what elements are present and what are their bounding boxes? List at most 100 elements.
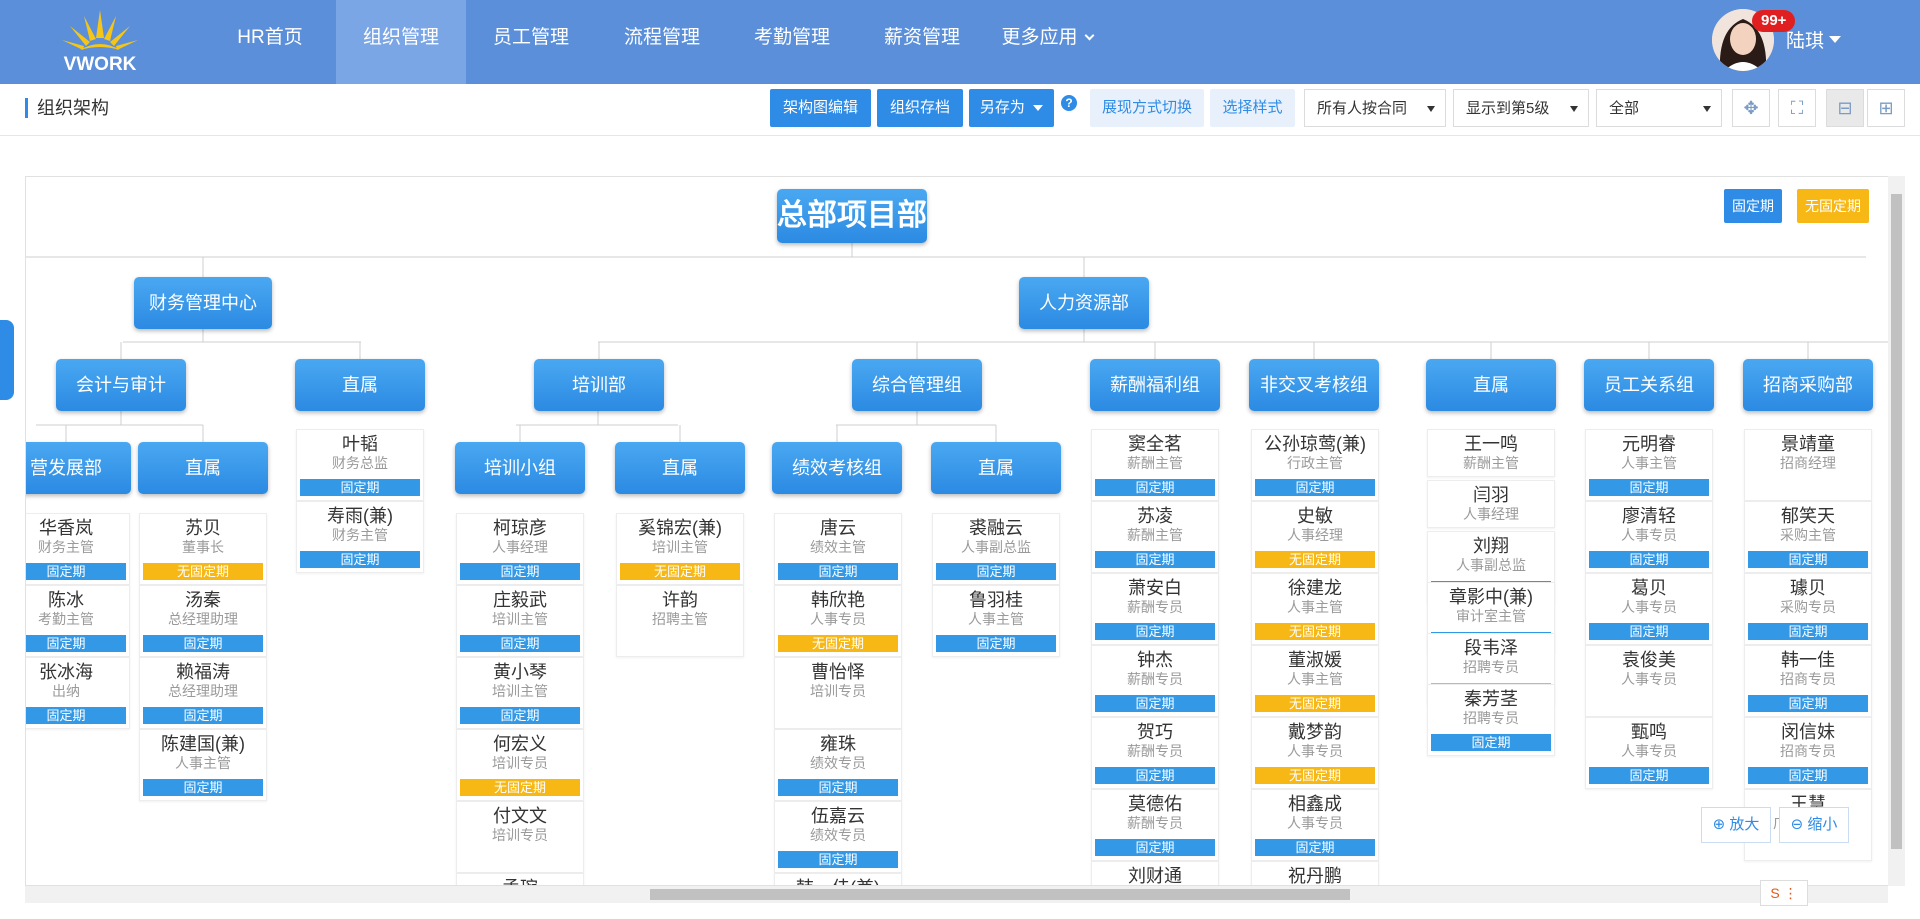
nav-item-5[interactable]: 薪资管理 [857,0,987,84]
person-card[interactable]: 钟杰 薪酬专员 固定期 [1091,645,1219,717]
person-card[interactable]: 付文文 培训专员 [456,801,584,873]
person-card[interactable]: 何宏义 培训专员 无固定期 [456,729,584,801]
help-icon[interactable]: ? [1061,95,1077,111]
fullscreen-icon[interactable]: ⛶ [1778,89,1816,127]
zoom-in-button[interactable]: ⊕ 放大 [1701,807,1771,843]
person-card[interactable]: 鲁羽桂 人事主管 固定期 [932,585,1060,657]
person-card[interactable]: 王一鸣 薪酬主管 [1427,429,1555,477]
switch-view-button[interactable]: 展现方式切换 [1090,89,1204,127]
person-card[interactable]: 景靖童 招商经理 [1744,429,1872,501]
vwork-logo[interactable]: VWORK [50,8,150,76]
person-card[interactable]: 闫羽 人事经理 [1427,480,1555,528]
user-menu-caret-icon[interactable] [1829,36,1841,43]
org-archive-button[interactable]: 组织存档 [877,89,963,127]
org-node-l2-3[interactable]: 综合管理组 [852,359,982,411]
level-filter-select[interactable]: 显示到第5级 [1453,89,1589,127]
scope-filter-select[interactable]: 全部 [1596,89,1722,127]
org-node-l3-5[interactable]: 直属 [931,442,1061,494]
person-card[interactable]: 庄毅武 培训主管 固定期 [456,585,584,657]
save-as-button[interactable]: 另存为 [969,89,1054,127]
nav-item-0[interactable]: HR首页 [210,0,330,84]
person-card[interactable]: 寿雨(兼) 财务主管 固定期 [296,501,424,573]
person-card[interactable]: 璩贝 采购专员 固定期 [1744,573,1872,645]
nav-item-1[interactable]: 组织管理 [336,0,466,84]
person-card[interactable]: 秦芳茎 招聘专员 固定期 [1427,684,1555,756]
person-card[interactable]: 裘融云 人事副总监 固定期 [932,513,1060,585]
org-node-l2-6[interactable]: 直属 [1426,359,1556,411]
org-node-l1-0[interactable]: 财务管理中心 [134,277,272,329]
person-card[interactable]: 张冰海 出纳 固定期 [26,657,130,729]
person-card[interactable]: 叶韬 财务总监 固定期 [296,429,424,501]
person-card[interactable]: 郁笑天 采购主管 固定期 [1744,501,1872,573]
nav-item-6[interactable]: 更多应用 [987,0,1107,84]
person-card[interactable]: 祝丹鹏 [1251,861,1379,885]
person-card[interactable]: 奚锦宏(兼) 培训主管 无固定期 [616,513,744,585]
org-node-l2-4[interactable]: 薪酬福利组 [1090,359,1220,411]
person-card[interactable]: 雍珠 绩效专员 固定期 [774,729,902,801]
vertical-scroll-thumb[interactable] [1891,194,1902,849]
person-card[interactable]: 贺巧 薪酬专员 固定期 [1091,717,1219,789]
person-card[interactable]: 元明睿 人事主管 固定期 [1585,429,1713,501]
person-card[interactable]: 黄小琴 培训主管 固定期 [456,657,584,729]
org-node-l3-3[interactable]: 直属 [615,442,745,494]
person-card[interactable]: 华香岚 财务主管 固定期 [26,513,130,585]
person-card[interactable]: 史敏 人事经理 无固定期 [1251,501,1379,573]
person-card[interactable]: 公孙琼莺(兼) 行政主管 固定期 [1251,429,1379,501]
org-node-l2-5[interactable]: 非交叉考核组 [1249,359,1379,411]
person-card[interactable]: 相鑫成 人事专员 固定期 [1251,789,1379,861]
org-node-l1-1[interactable]: 人力资源部 [1019,277,1149,329]
contract-filter-select[interactable]: 所有人按合同 [1304,89,1446,127]
person-card[interactable]: 柯琼彦 人事经理 固定期 [456,513,584,585]
person-card[interactable]: 葛贝 人事专员 固定期 [1585,573,1713,645]
person-card[interactable]: 刘财通 [1091,861,1219,885]
horizontal-scroll-thumb[interactable] [650,889,1350,900]
nav-item-3[interactable]: 流程管理 [597,0,727,84]
vertical-scrollbar[interactable] [1888,176,1905,886]
org-node-l2-2[interactable]: 培训部 [534,359,664,411]
org-chart-canvas[interactable]: 总部项目部 财务管理中心 人力资源部 会计与审计 直属 培训部 综合管理组 薪酬福利组 非交叉考… [25,176,1890,886]
org-node-root[interactable]: 总部项目部 [777,189,927,243]
person-card[interactable]: 汤秦 总经理助理 固定期 [139,585,267,657]
choose-style-button[interactable]: 选择样式 [1210,89,1295,127]
person-card[interactable]: 廖清轻 人事专员 固定期 [1585,501,1713,573]
nav-item-4[interactable]: 考勤管理 [727,0,857,84]
person-card[interactable]: 陈冰 考勤主管 固定期 [26,585,130,657]
org-node-l3-4[interactable]: 绩效考核组 [772,442,902,494]
side-collapse-tab[interactable] [0,320,14,400]
person-card[interactable]: 许韵 招聘主管 [616,585,744,657]
person-card[interactable]: 戴梦韵 人事专员 无固定期 [1251,717,1379,789]
person-card[interactable]: 伍嘉云 绩效专员 固定期 [774,801,902,873]
org-node-l3-2[interactable]: 培训小组 [455,442,585,494]
person-card[interactable]: 闵信妹 招商专员 固定期 [1744,717,1872,789]
nav-item-2[interactable]: 员工管理 [466,0,596,84]
org-node-l2-1[interactable]: 直属 [295,359,425,411]
person-card[interactable]: 曹怡怿 培训专员 [774,657,902,729]
org-node-l3-1[interactable]: 直属 [138,442,268,494]
org-node-l2-0[interactable]: 会计与审计 [56,359,186,411]
org-node-l2-7[interactable]: 员工关系组 [1584,359,1714,411]
person-card[interactable]: 苏凌 薪酬主管 固定期 [1091,501,1219,573]
person-card[interactable]: 韩一佳(兼) [774,873,902,885]
org-node-l3-0[interactable]: 营发展部 [26,442,131,494]
horizontal-scrollbar[interactable] [25,886,1888,903]
vertical-layout-icon[interactable]: ⊞ [1867,89,1905,127]
person-card[interactable]: 徐建龙 人事主管 无固定期 [1251,573,1379,645]
person-card[interactable]: 孟琬 [456,873,584,885]
person-card[interactable]: 赖福涛 总经理助理 固定期 [139,657,267,729]
person-card[interactable]: 韩欣艳 人事专员 无固定期 [774,585,902,657]
org-node-l2-8[interactable]: 招商采购部 [1743,359,1873,411]
person-card[interactable]: 唐云 绩效主管 固定期 [774,513,902,585]
person-card[interactable]: 陈建国(兼) 人事主管 固定期 [139,729,267,801]
person-card[interactable]: 韩一佳 招商专员 固定期 [1744,645,1872,717]
person-card[interactable]: 窦全茗 薪酬主管 固定期 [1091,429,1219,501]
person-card[interactable]: 莫德佑 薪酬专员 固定期 [1091,789,1219,861]
ime-indicator-icon[interactable]: S ⋮ [1760,880,1808,906]
username[interactable]: 陆琪 [1786,26,1824,53]
person-card[interactable]: 萧安白 薪酬专员 固定期 [1091,573,1219,645]
person-card[interactable]: 苏贝 董事长 无固定期 [139,513,267,585]
horizontal-layout-icon[interactable]: ⊟ [1826,89,1864,127]
person-card[interactable]: 甄鸣 人事专员 固定期 [1585,717,1713,789]
zoom-out-button[interactable]: ⊖ 缩小 [1779,807,1849,843]
org-chart-edit-button[interactable]: 架构图编辑 [770,89,871,127]
move-icon[interactable]: ✥ [1732,89,1770,127]
